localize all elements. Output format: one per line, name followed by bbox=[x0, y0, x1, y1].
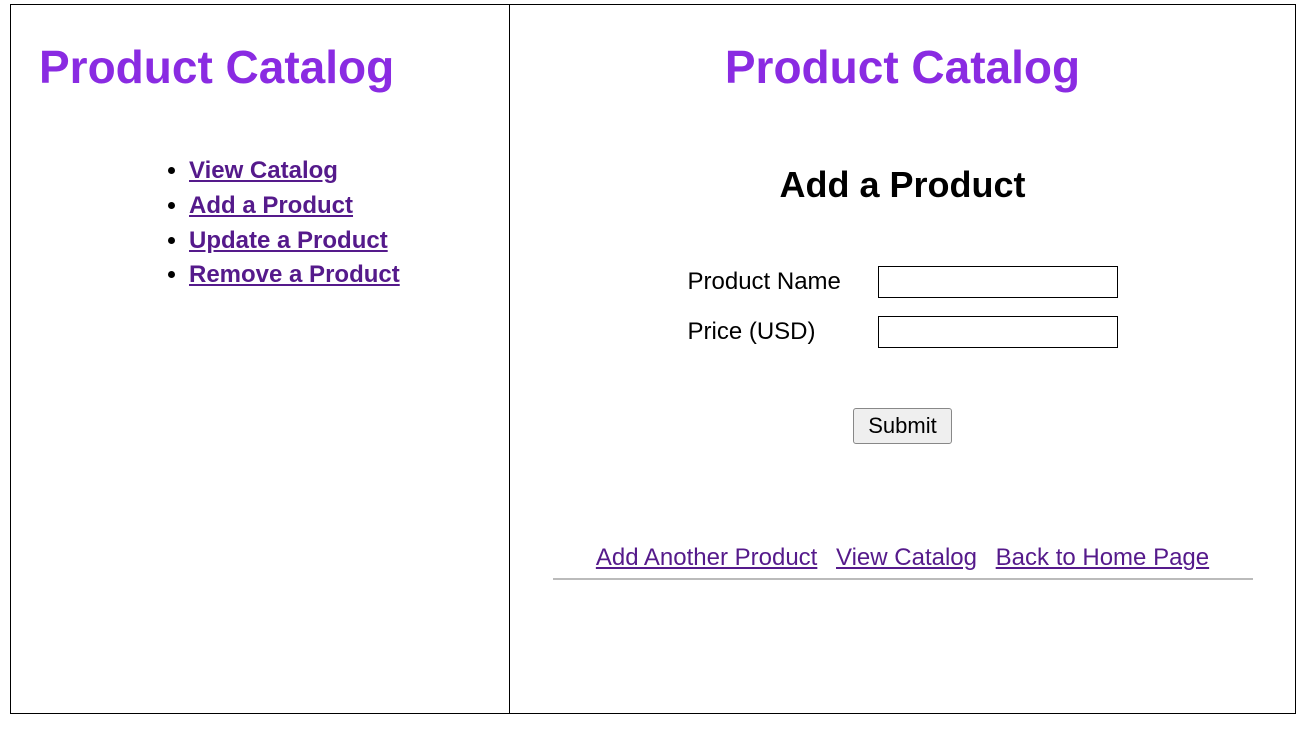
list-item: Update a Product bbox=[189, 224, 481, 259]
nav-add-product[interactable]: Add a Product bbox=[189, 192, 353, 219]
list-item: Add a Product bbox=[189, 189, 481, 224]
nav-update-product[interactable]: Update a Product bbox=[189, 227, 388, 254]
panel-add-product: Product Catalog Add a Product Product Na… bbox=[510, 4, 1296, 714]
bottom-links: Add Another Product View Catalog Back to… bbox=[553, 544, 1253, 580]
form-row-price: Price (USD) bbox=[688, 316, 1118, 348]
nav-view-catalog[interactable]: View Catalog bbox=[189, 157, 338, 184]
product-name-label: Product Name bbox=[688, 268, 878, 296]
panel-home: Product Catalog View Catalog Add a Produ… bbox=[10, 4, 510, 714]
submit-wrap: Submit bbox=[688, 408, 1118, 444]
list-item: Remove a Product bbox=[189, 258, 481, 293]
link-view-catalog[interactable]: View Catalog bbox=[836, 544, 977, 571]
price-label: Price (USD) bbox=[688, 318, 878, 346]
nav-remove-product[interactable]: Remove a Product bbox=[189, 261, 400, 288]
form-row-name: Product Name bbox=[688, 266, 1118, 298]
price-input[interactable] bbox=[878, 316, 1118, 348]
add-product-form: Product Name Price (USD) Submit bbox=[688, 266, 1118, 444]
two-panel-layout: Product Catalog View Catalog Add a Produ… bbox=[10, 4, 1296, 714]
link-back-home[interactable]: Back to Home Page bbox=[996, 544, 1209, 571]
link-add-another[interactable]: Add Another Product bbox=[596, 544, 817, 571]
product-name-input[interactable] bbox=[878, 266, 1118, 298]
nav-list: View Catalog Add a Product Update a Prod… bbox=[39, 154, 481, 293]
list-item: View Catalog bbox=[189, 154, 481, 189]
section-heading: Add a Product bbox=[538, 164, 1267, 206]
page-title-right: Product Catalog bbox=[538, 40, 1267, 94]
page-title-left: Product Catalog bbox=[39, 40, 481, 94]
submit-button[interactable]: Submit bbox=[853, 408, 951, 444]
